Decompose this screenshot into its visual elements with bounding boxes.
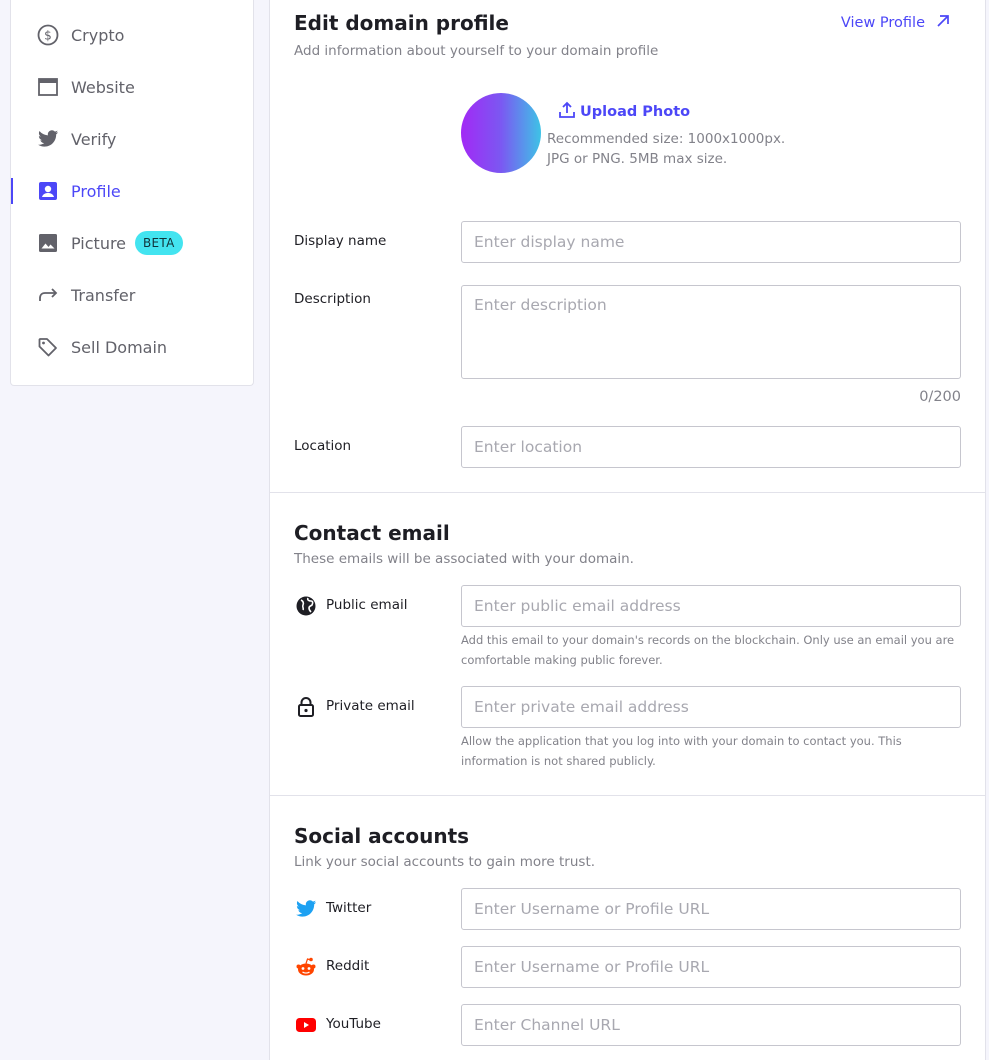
external-arrow-icon [935,13,951,33]
location-label: Location [294,438,352,454]
sidebar-item-sell-domain[interactable]: Sell Domain [11,327,253,367]
location-input[interactable] [461,426,961,468]
upload-photo-label: Upload Photo [580,104,691,120]
reddit-icon [294,955,318,979]
sidebar-item-transfer[interactable]: Transfer [11,275,253,315]
contact-section-subtitle: These emails will be associated with you… [294,551,634,567]
view-profile-link[interactable]: View Profile [841,13,951,33]
section-divider [270,492,985,493]
sidebar-item-label: Picture [71,233,127,253]
description-counter: 0/200 [919,389,961,405]
reddit-input[interactable] [461,946,961,988]
recommended-size-text: Recommended size: 1000x1000px. [547,131,786,147]
lock-icon [294,695,318,719]
upload-photo-button[interactable]: Upload Photo [558,101,690,123]
sidebar-item-verify[interactable]: Verify [11,119,253,159]
globe-icon [294,594,318,618]
twitter-icon [294,897,318,921]
description-label: Description [294,291,371,307]
upload-icon [558,101,576,123]
file-type-text: JPG or PNG. 5MB max size. [547,151,728,167]
private-email-hint: Allow the application that you log into … [461,734,902,768]
browser-window-icon [37,76,59,98]
avatar[interactable] [461,93,541,173]
social-section-title: Social accounts [294,824,470,848]
image-icon [37,232,59,254]
public-email-label: Public email [326,597,408,613]
sidebar-item-label: Crypto [71,25,125,45]
twitter-icon [37,128,59,150]
youtube-icon [294,1013,318,1037]
sidebar-item-crypto[interactable]: $ Crypto [11,15,253,55]
sidebar-item-website[interactable]: Website [11,67,253,107]
display-name-input[interactable] [461,221,961,263]
forward-arrow-icon [37,284,59,306]
sidebar: $ Crypto Website Verify Profile Picture … [10,0,254,386]
youtube-input[interactable] [461,1004,961,1046]
description-textarea[interactable] [461,285,961,379]
public-email-hint: Add this email to your domain's records … [461,633,955,667]
twitter-label: Twitter [326,900,372,916]
person-badge-icon [37,180,59,202]
sidebar-item-label: Sell Domain [71,337,168,357]
contact-section-title: Contact email [294,521,450,545]
view-profile-label: View Profile [840,15,925,31]
sidebar-item-label: Verify [71,129,117,149]
sidebar-item-label: Profile [71,181,121,201]
display-name-label: Display name [294,233,387,249]
sidebar-item-profile[interactable]: Profile [11,171,253,211]
section-divider [270,795,985,796]
youtube-label: YouTube [326,1016,381,1032]
page-subtitle: Add information about yourself to your d… [294,43,659,59]
sidebar-item-label: Website [71,77,135,97]
reddit-label: Reddit [326,958,370,974]
social-section-subtitle: Link your social accounts to gain more t… [294,854,596,870]
beta-badge: BETA [135,231,183,255]
page-title: Edit domain profile [294,11,509,35]
private-email-label: Private email [326,698,415,714]
private-email-input[interactable] [461,686,961,728]
profile-panel: Edit domain profile Add information abou… [269,0,986,1060]
sidebar-item-picture[interactable]: Picture BETA [11,223,253,263]
dollar-circle-icon: $ [37,24,59,46]
svg-text:$: $ [44,29,52,43]
public-email-input[interactable] [461,585,961,627]
sidebar-item-label: Transfer [71,285,136,305]
price-tag-icon [37,336,59,358]
twitter-input[interactable] [461,888,961,930]
